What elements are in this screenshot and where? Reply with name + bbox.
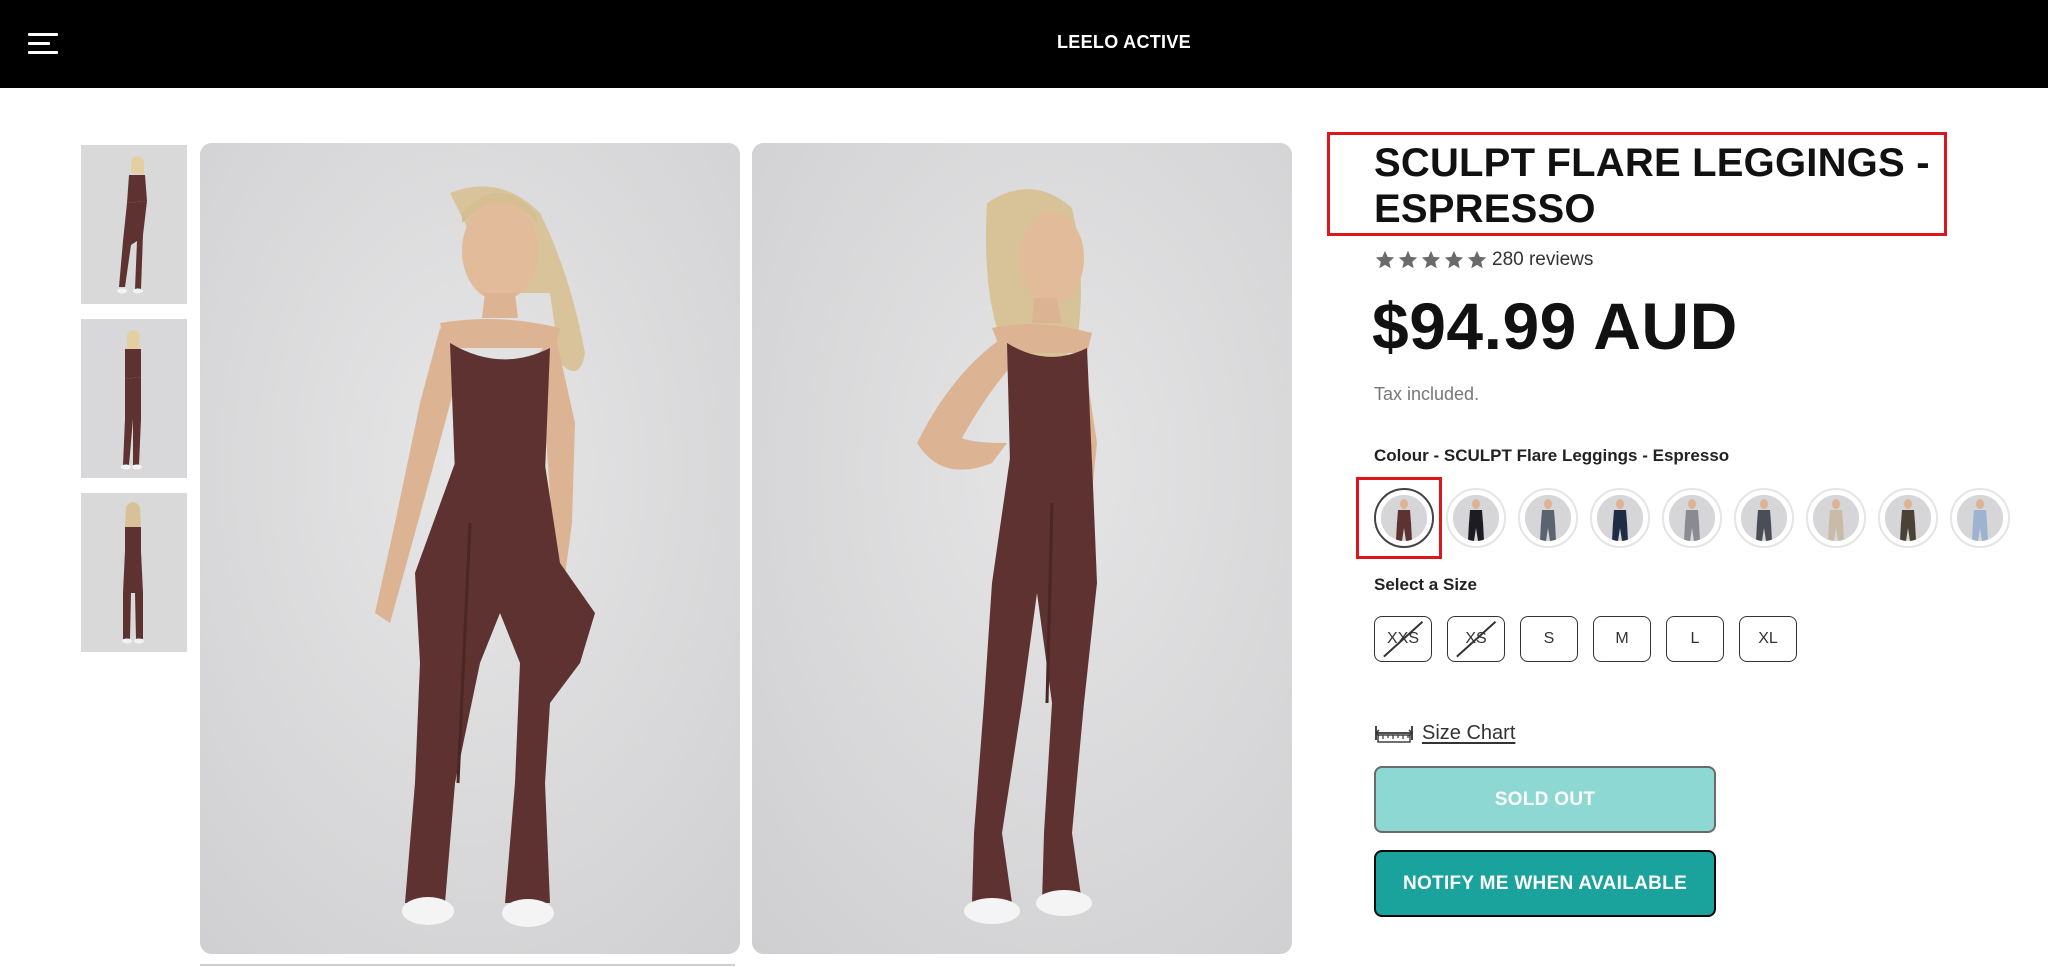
product-price: $94.99 AUD [1372,289,1738,363]
reviews-count[interactable]: 280 reviews [1492,249,1593,271]
colour-swatch-olive[interactable] [1878,488,1938,548]
size-chart-label[interactable]: Size Chart [1422,722,1515,745]
size-label: Select a Size [1374,575,1478,594]
thumbnail-front[interactable] [81,145,187,304]
colour-label: Colour - SCULPT Flare Leggings - Espress… [1374,446,1730,465]
colour-swatch-blue[interactable] [1950,488,2010,548]
size-option-xl[interactable]: XL [1739,616,1797,662]
size-option-s[interactable]: S [1520,616,1578,662]
size-option-m[interactable]: M [1593,616,1651,662]
notify-me-button[interactable]: NOTIFY ME WHEN AVAILABLE [1374,850,1716,917]
size-chart-link[interactable]: Size Chart [1374,720,1515,746]
product-title: SCULPT FLARE LEGGINGS - ESPRESSO [1374,141,1930,231]
size-option-l[interactable]: L [1666,616,1724,662]
size-option-xxs[interactable]: XXS [1374,616,1432,662]
colour-swatch-slate[interactable] [1518,488,1578,548]
rating-stars [1374,249,1488,271]
ruler-icon [1375,726,1413,743]
colour-swatch-stone[interactable] [1806,488,1866,548]
star-icon [1421,250,1441,269]
star-icon [1375,250,1395,269]
swatch-highlight-box [1356,477,1442,559]
brand-logo[interactable]: LEELO ACTIVE [0,32,2048,53]
main-product-image-front[interactable] [200,143,740,954]
top-header: LEELO ACTIVE [0,0,2048,88]
star-icon [1398,250,1418,269]
product-rating[interactable]: 280 reviews [1374,248,1593,272]
gallery-divider [200,964,735,966]
star-icon [1444,250,1464,269]
colour-swatch-black[interactable] [1446,488,1506,548]
thumbnail-side[interactable] [81,319,187,478]
thumbnail-back[interactable] [81,493,187,652]
colour-swatch-charcoal[interactable] [1734,488,1794,548]
colour-swatch-navy[interactable] [1590,488,1650,548]
star-icon [1467,250,1487,269]
tax-note: Tax included. [1374,384,1480,404]
size-option-xs[interactable]: XS [1447,616,1505,662]
sold-out-button[interactable]: SOLD OUT [1374,766,1716,833]
main-product-image-side[interactable] [752,143,1292,954]
colour-swatch-grey[interactable] [1662,488,1722,548]
